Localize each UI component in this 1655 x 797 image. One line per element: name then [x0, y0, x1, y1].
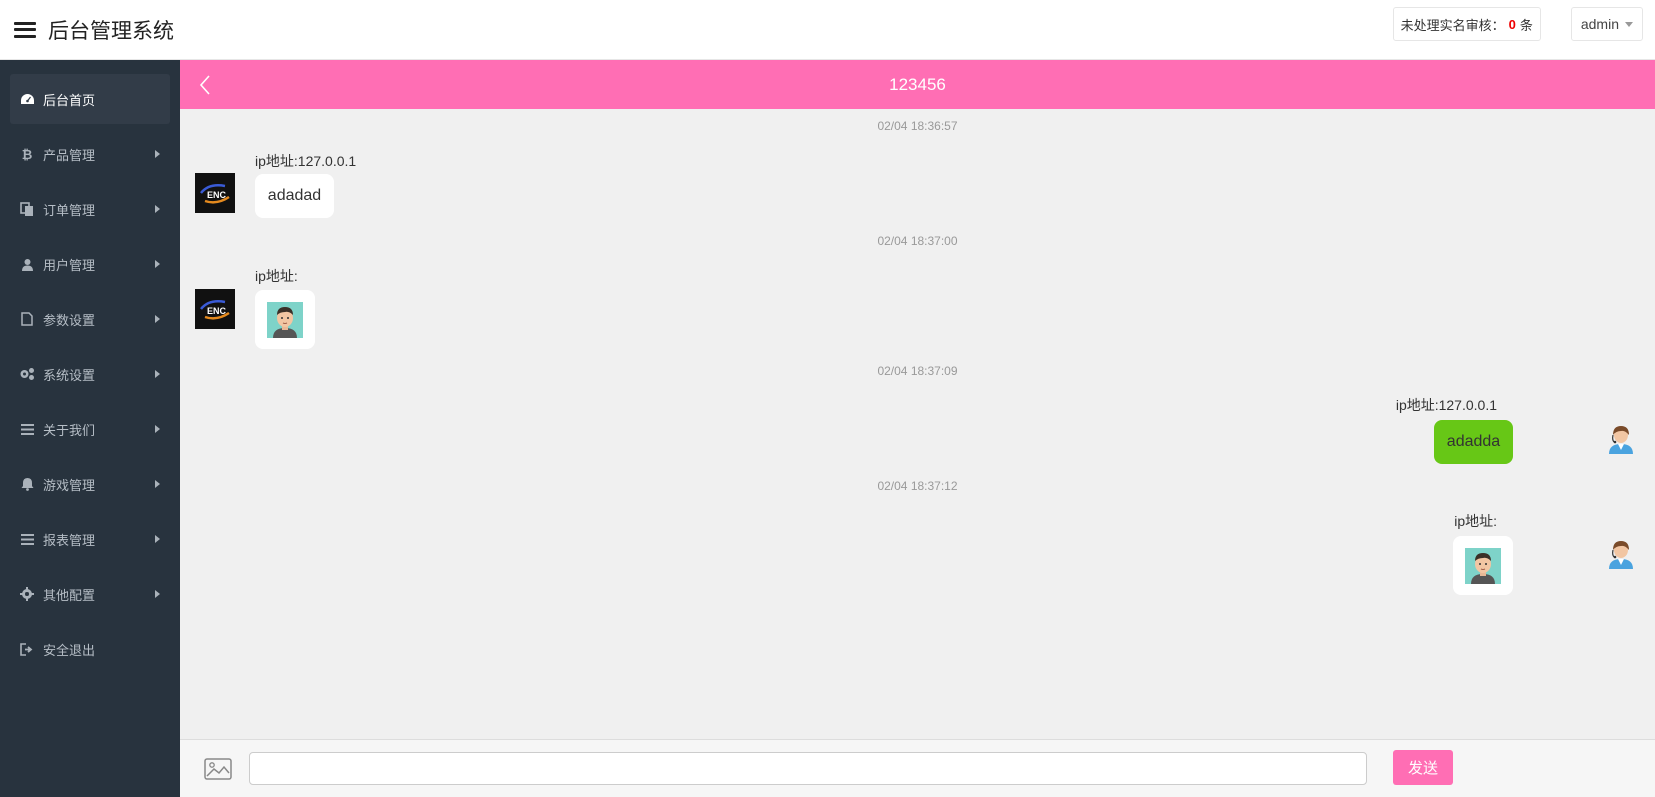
sidebar-item-home[interactable]: 后台首页: [10, 74, 170, 124]
send-button[interactable]: 发送: [1393, 750, 1453, 785]
chevron-right-icon: [155, 260, 160, 268]
sidebar-item-label: 系统设置: [43, 367, 96, 383]
sidebar-item-orders[interactable]: 订单管理: [10, 184, 170, 234]
gear-icon: [19, 586, 35, 602]
back-arrow-icon[interactable]: [196, 73, 216, 97]
sidebar-item-products[interactable]: ₿ 产品管理: [10, 129, 170, 179]
sender-ip: ip地址:: [1454, 513, 1497, 529]
user-icon: [19, 256, 35, 272]
chevron-right-icon: [155, 315, 160, 323]
message-timestamp: 02/04 18:37:00: [877, 234, 958, 248]
gears-icon: [19, 366, 35, 382]
header-actions: 未处理实名审核： 0 条 admin: [1392, 7, 1643, 41]
enc-avatar: ENC: [195, 289, 235, 329]
sidebar-item-label: 其他配置: [43, 587, 96, 603]
message-timestamp: 02/04 18:36:57: [877, 119, 958, 133]
image-message-bubble[interactable]: [1453, 536, 1513, 595]
pending-review-unit: 条: [1519, 17, 1533, 33]
pending-review-count: 0: [1508, 16, 1516, 32]
sidebar-item-reports[interactable]: 报表管理: [10, 514, 170, 564]
message-input[interactable]: [249, 752, 1367, 785]
image-upload-icon[interactable]: [204, 757, 232, 781]
sidebar-item-games[interactable]: 游戏管理: [10, 459, 170, 509]
support-agent-avatar: [1605, 537, 1637, 569]
top-header: 后台管理系统 未处理实名审核： 0 条 admin: [0, 0, 1655, 60]
sidebar-item-label: 报表管理: [43, 532, 96, 548]
pending-review-badge[interactable]: 未处理实名审核： 0 条: [1392, 7, 1541, 41]
message-bubble: adadda: [1434, 420, 1513, 464]
chevron-right-icon: [155, 425, 160, 433]
sidebar: 后台首页 ₿ 产品管理 订单管理 用户管理 参数设置 系统设置 关于我们 游戏管…: [0, 60, 180, 797]
user-menu[interactable]: admin: [1570, 7, 1643, 41]
sidebar-item-logout[interactable]: 安全退出: [10, 624, 170, 674]
chevron-right-icon: [155, 590, 160, 598]
message-list: 02/04 18:36:57 ENC ip地址:127.0.0.1 adadad…: [180, 109, 1655, 739]
chat-title: 123456: [889, 74, 946, 94]
face-image-icon: [267, 301, 303, 338]
image-message-bubble[interactable]: [255, 290, 315, 349]
pending-review-label: 未处理实名审核：: [1400, 17, 1505, 33]
chat-header: 123456: [180, 60, 1655, 109]
face-image-icon: [1465, 547, 1501, 584]
chat-panel: 123456 02/04 18:36:57 ENC ip地址:127.0.0.1…: [180, 60, 1655, 797]
message-timestamp: 02/04 18:37:09: [877, 364, 958, 378]
sidebar-item-about[interactable]: 关于我们: [10, 404, 170, 454]
sidebar-item-label: 用户管理: [43, 257, 96, 273]
sidebar-item-label: 后台首页: [43, 92, 96, 108]
sidebar-item-other-config[interactable]: 其他配置: [10, 569, 170, 619]
menu-toggle-icon[interactable]: [14, 21, 36, 38]
caret-down-icon: [1625, 21, 1633, 27]
sidebar-item-label: 产品管理: [43, 147, 96, 163]
svg-text:ENC: ENC: [207, 306, 227, 316]
sidebar-item-label: 游戏管理: [43, 477, 96, 493]
support-agent-avatar: [1605, 422, 1637, 454]
sidebar-item-label: 订单管理: [43, 202, 96, 218]
sidebar-item-label: 安全退出: [43, 642, 96, 658]
file-icon: [19, 311, 35, 327]
sender-ip: ip地址:: [255, 268, 298, 284]
bitcoin-icon: ₿: [21, 146, 33, 162]
sidebar-item-label: 参数设置: [43, 312, 96, 328]
chevron-right-icon: [155, 480, 160, 488]
chevron-right-icon: [155, 205, 160, 213]
sign-out-icon: [19, 641, 35, 657]
sender-ip: ip地址:127.0.0.1: [1395, 397, 1497, 413]
list-icon: [19, 421, 35, 437]
app-title: 后台管理系统: [48, 18, 174, 43]
sidebar-item-users[interactable]: 用户管理: [10, 239, 170, 289]
dashboard-icon: [19, 91, 35, 107]
sender-ip: ip地址:127.0.0.1: [255, 153, 357, 169]
sidebar-item-system-settings[interactable]: 系统设置: [10, 349, 170, 399]
sidebar-item-label: 关于我们: [43, 422, 96, 438]
list-icon: [19, 531, 35, 547]
sidebar-item-parameters[interactable]: 参数设置: [10, 294, 170, 344]
chat-input-bar: 发送: [180, 739, 1655, 797]
message-timestamp: 02/04 18:37:12: [877, 479, 958, 493]
chevron-right-icon: [155, 150, 160, 158]
copy-icon: [19, 201, 35, 217]
chevron-right-icon: [155, 370, 160, 378]
chevron-right-icon: [155, 535, 160, 543]
message-bubble: adadad: [255, 174, 334, 218]
enc-avatar: ENC: [195, 173, 235, 213]
svg-text:ENC: ENC: [207, 190, 227, 200]
bell-icon: [19, 476, 35, 492]
user-name: admin: [1580, 16, 1619, 32]
